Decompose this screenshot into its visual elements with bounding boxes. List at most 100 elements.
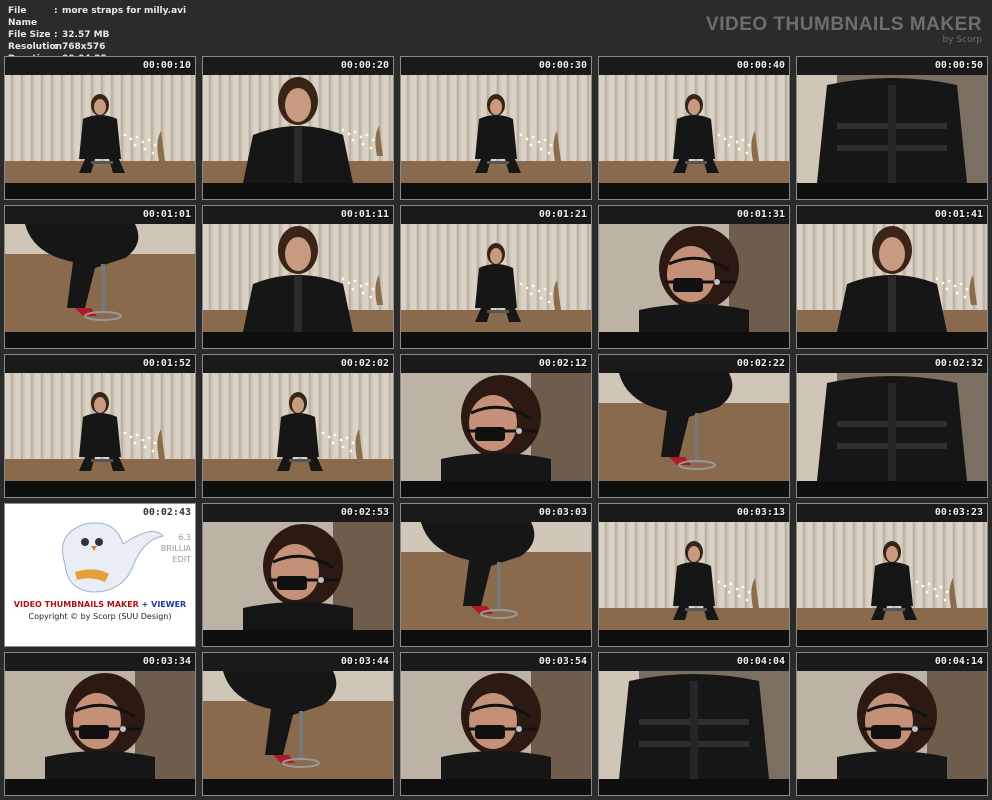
video-thumbnail[interactable]: 00:00:40 <box>598 56 790 200</box>
video-thumbnail[interactable]: 00:03:54 <box>400 652 592 796</box>
video-thumbnail[interactable]: 00:01:11 <box>202 205 394 349</box>
video-thumbnail[interactable]: 00:03:13 <box>598 503 790 647</box>
letterbox-bar <box>203 332 393 348</box>
info-row-filesize: File Size : 32.57 MB <box>8 29 186 41</box>
logo-thumbnail[interactable]: 00:02:43 6.3 BRILLIA EDIT VIDEO THUMBNAILS M… <box>4 503 196 647</box>
video-thumbnail[interactable]: 00:00:10 <box>4 56 196 200</box>
logo-title-main: VIDEO THUMBNAILS MAKER <box>13 600 139 609</box>
thumbnail-frame-image <box>203 373 393 481</box>
video-thumbnail[interactable]: 00:01:31 <box>598 205 790 349</box>
letterbox-bar <box>797 332 987 348</box>
thumbnail-frame-image <box>5 224 195 332</box>
timestamp: 00:02:32 <box>934 358 983 369</box>
video-thumbnail[interactable]: 00:03:44 <box>202 652 394 796</box>
timestamp: 00:02:12 <box>538 358 587 369</box>
info-key: File Name <box>8 6 38 28</box>
thumbnail-frame-image <box>203 224 393 332</box>
info-separator: : <box>54 6 58 16</box>
letterbox-bar <box>797 481 987 497</box>
video-thumbnail[interactable]: 00:02:32 <box>796 354 988 498</box>
logo-copyright: Copyright © by Scorp (SUU Design) <box>28 612 172 621</box>
video-thumbnail[interactable]: 00:00:50 <box>796 56 988 200</box>
thumbnail-frame-image <box>401 224 591 332</box>
thumbnail-frame-image <box>5 671 195 779</box>
thumbnail-frame-image <box>401 522 591 630</box>
letterbox-bar <box>203 481 393 497</box>
video-thumbnail[interactable]: 00:03:23 <box>796 503 988 647</box>
edition-label: BRILLIA <box>160 544 191 553</box>
video-thumbnail[interactable]: 00:04:04 <box>598 652 790 796</box>
letterbox-bar <box>401 630 591 646</box>
timestamp: 00:01:52 <box>142 358 191 369</box>
thumbnail-frame-image <box>203 522 393 630</box>
letterbox-bar <box>599 481 789 497</box>
brand-watermark: VIDEO THUMBNAILS MAKER by Scorp <box>706 14 982 45</box>
letterbox-bar <box>401 779 591 795</box>
letterbox-bar <box>797 630 987 646</box>
edition-label: EDIT <box>172 555 191 564</box>
timestamp: 00:01:31 <box>736 209 785 220</box>
info-separator: : <box>54 30 58 40</box>
letterbox-bar <box>203 183 393 199</box>
thumbnail-frame-image <box>599 75 789 183</box>
thumbnail-frame-image <box>599 224 789 332</box>
video-thumbnail[interactable]: 00:02:12 <box>400 354 592 498</box>
thumbnail-frame-image <box>599 522 789 630</box>
timestamp: 00:03:03 <box>538 507 587 518</box>
letterbox-bar <box>797 183 987 199</box>
video-thumbnail[interactable]: 00:00:30 <box>400 56 592 200</box>
video-thumbnail[interactable]: 00:01:52 <box>4 354 196 498</box>
timestamp: 00:01:41 <box>934 209 983 220</box>
timestamp: 00:03:44 <box>340 656 389 667</box>
info-separator: : <box>54 42 58 52</box>
letterbox-bar <box>5 183 195 199</box>
thumbnail-frame-image <box>797 224 987 332</box>
video-thumbnail[interactable]: 00:01:01 <box>4 205 196 349</box>
timestamp: 00:00:50 <box>934 60 983 71</box>
logo-title-viewer: VIEWER <box>151 600 187 609</box>
letterbox-bar <box>797 779 987 795</box>
letterbox-bar <box>203 630 393 646</box>
thumbnail-frame-image <box>401 75 591 183</box>
thumbnail-frame-image <box>797 75 987 183</box>
letterbox-bar <box>401 332 591 348</box>
timestamp: 00:03:34 <box>142 656 191 667</box>
letterbox-bar <box>599 779 789 795</box>
video-thumbnail[interactable]: 00:04:14 <box>796 652 988 796</box>
video-thumbnail[interactable]: 00:01:41 <box>796 205 988 349</box>
video-thumbnail[interactable]: 00:03:34 <box>4 652 196 796</box>
brand-subtitle: by Scorp <box>942 35 982 45</box>
timestamp: 00:01:01 <box>142 209 191 220</box>
video-thumbnail[interactable]: 00:03:03 <box>400 503 592 647</box>
timestamp: 00:02:43 <box>142 507 191 518</box>
timestamp: 00:02:22 <box>736 358 785 369</box>
letterbox-bar <box>203 779 393 795</box>
timestamp: 00:00:20 <box>340 60 389 71</box>
letterbox-bar <box>599 183 789 199</box>
version-label: 6.3 BRILLIA EDIT <box>161 532 191 565</box>
video-thumbnail[interactable]: 00:00:20 <box>202 56 394 200</box>
version-number: 6.3 <box>178 533 191 542</box>
thumbnail-frame-image <box>797 373 987 481</box>
letterbox-bar <box>5 779 195 795</box>
video-thumbnail[interactable]: 00:01:21 <box>400 205 592 349</box>
video-thumbnail[interactable]: 00:02:02 <box>202 354 394 498</box>
logo-title: VIDEO THUMBNAILS MAKER + VIEWER <box>5 600 195 609</box>
video-thumbnail[interactable]: 00:02:53 <box>202 503 394 647</box>
thumbnail-frame-image <box>797 671 987 779</box>
timestamp: 00:01:11 <box>340 209 389 220</box>
info-row-resolution: Resolution : 768x576 <box>8 41 186 53</box>
info-key: File Size <box>8 30 51 40</box>
info-value: more straps for milly.avi <box>62 6 187 16</box>
letterbox-bar <box>599 630 789 646</box>
timestamp: 00:03:23 <box>934 507 983 518</box>
letterbox-bar <box>401 183 591 199</box>
thumbnail-frame-image <box>797 522 987 630</box>
thumbnail-frame-image <box>599 373 789 481</box>
video-thumbnail[interactable]: 00:02:22 <box>598 354 790 498</box>
timestamp: 00:03:13 <box>736 507 785 518</box>
info-key: Resolution <box>8 42 63 52</box>
thumbnail-frame-image <box>401 671 591 779</box>
thumbnail-frame-image <box>5 75 195 183</box>
timestamp: 00:02:02 <box>340 358 389 369</box>
